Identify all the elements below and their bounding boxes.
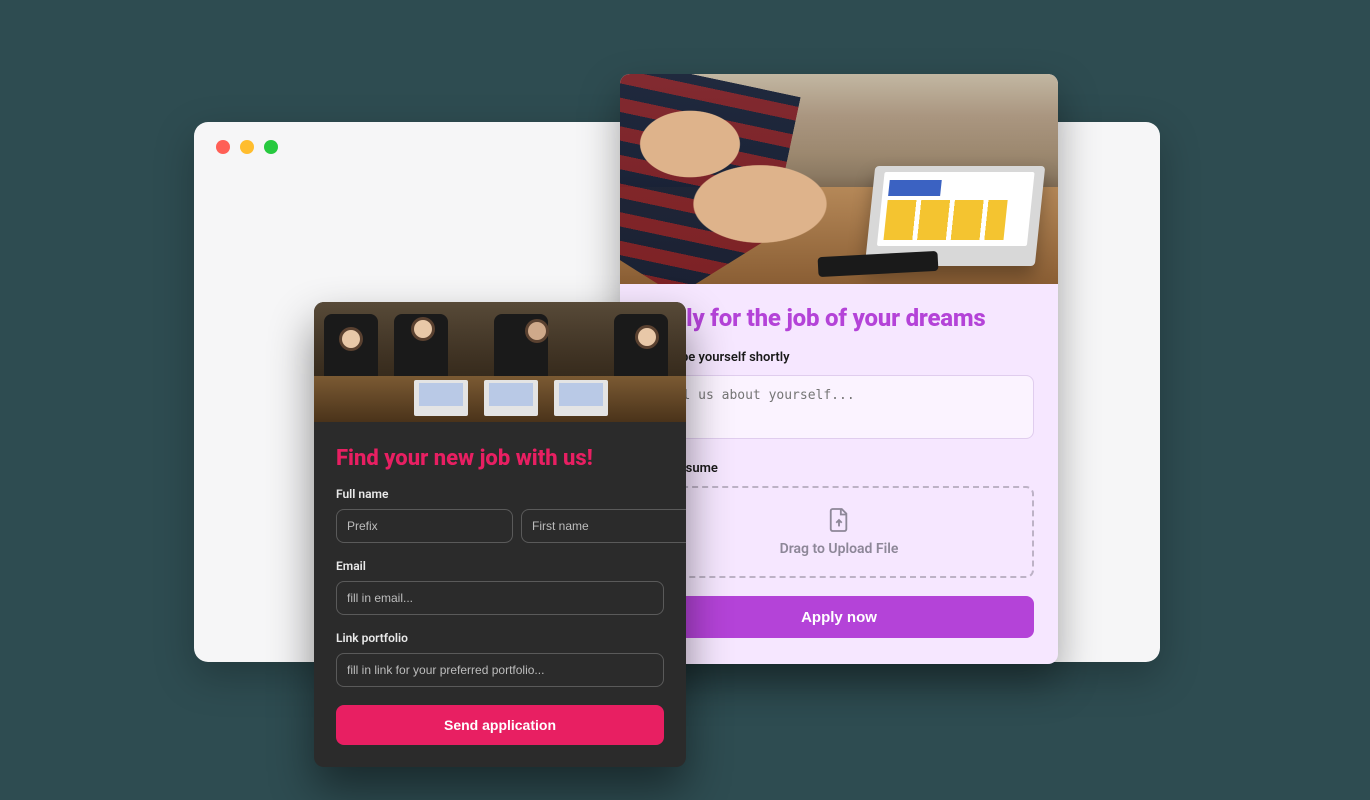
find-job-card: Find your new job with us! Full name Ema… <box>314 302 686 767</box>
window-fullscreen-icon[interactable] <box>264 140 278 154</box>
window-traffic-lights <box>216 140 278 154</box>
firstname-input[interactable] <box>521 509 686 543</box>
job-apply-hero-image <box>620 74 1058 284</box>
email-label: Email <box>336 559 664 573</box>
dropzone-text: Drag to Upload File <box>780 541 899 557</box>
prefix-input[interactable] <box>336 509 513 543</box>
describe-textarea[interactable] <box>644 375 1034 439</box>
find-job-title: Find your new job with us! <box>336 446 664 471</box>
window-minimize-icon[interactable] <box>240 140 254 154</box>
portfolio-input[interactable] <box>336 653 664 687</box>
apply-now-button[interactable]: Apply now <box>644 596 1034 638</box>
resume-dropzone[interactable]: Drag to Upload File <box>644 486 1034 578</box>
resume-label: Your resume <box>644 461 1034 476</box>
fullname-label: Full name <box>336 487 664 501</box>
describe-label: Describe yourself shortly <box>644 350 1034 365</box>
file-upload-icon <box>828 507 850 533</box>
job-apply-title: Apply for the job of your dreams <box>644 304 1034 332</box>
find-job-hero-image <box>314 302 686 422</box>
portfolio-label: Link portfolio <box>336 631 664 645</box>
window-close-icon[interactable] <box>216 140 230 154</box>
email-input[interactable] <box>336 581 664 615</box>
send-application-button[interactable]: Send application <box>336 705 664 745</box>
